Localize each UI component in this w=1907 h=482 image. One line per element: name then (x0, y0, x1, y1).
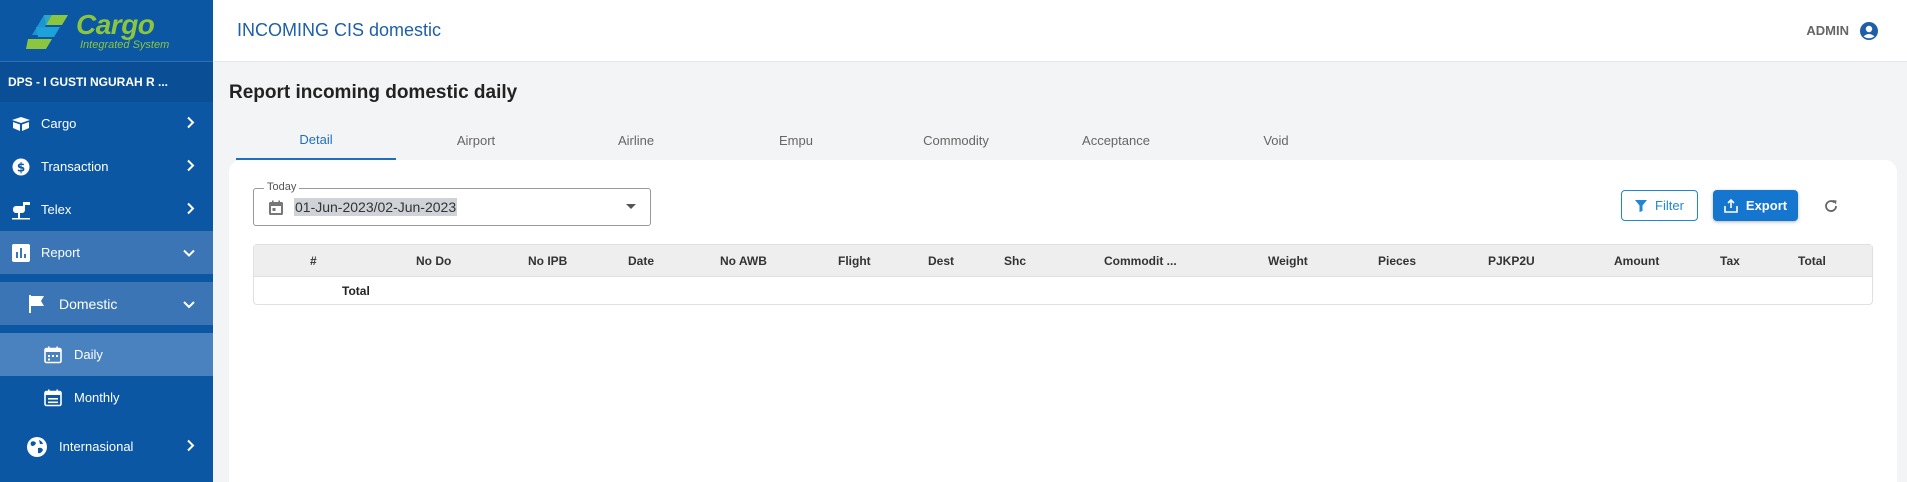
sidebar-item-cargo[interactable]: Cargo (0, 102, 213, 145)
chevron-right-icon (187, 159, 195, 174)
total-label: Total (342, 283, 370, 298)
sidebar-item-label: Domestic (59, 295, 118, 312)
chevron-right-icon (187, 202, 195, 217)
column-header[interactable]: Pieces (1378, 254, 1416, 268)
sidebar-item-label: Monthly (74, 390, 120, 405)
sidebar-item-daily[interactable]: Daily (0, 333, 213, 376)
filter-button-label: Filter (1655, 198, 1684, 213)
cargo-logo-icon (22, 11, 74, 51)
tab-commodity[interactable]: Commodity (876, 120, 1036, 160)
user-menu[interactable]: ADMIN (1806, 21, 1879, 41)
export-button[interactable]: Export (1713, 190, 1798, 221)
sidebar-item-label: Cargo (41, 116, 77, 131)
column-header[interactable]: Flight (838, 254, 871, 268)
export-icon (1724, 198, 1738, 213)
tab-acceptance[interactable]: Acceptance (1036, 120, 1196, 160)
tab-airport[interactable]: Airport (396, 120, 556, 160)
sidebar-item-label: Daily (74, 347, 103, 362)
column-header[interactable]: No IPB (528, 254, 567, 268)
mailbox-icon (10, 199, 32, 221)
column-header[interactable]: No AWB (720, 254, 767, 268)
date-range-value: 01-Jun-2023/02-Jun-2023 (294, 198, 458, 216)
svg-text:$: $ (17, 160, 25, 174)
sidebar-item-label: Report (41, 245, 81, 260)
logo[interactable]: Cargo Integrated System (0, 0, 213, 62)
user-name: ADMIN (1806, 23, 1849, 38)
date-range-select[interactable]: Today 01-Jun-2023/02-Jun-2023 (253, 181, 651, 226)
sidebar-item-domestic[interactable]: Domestic (0, 282, 213, 325)
column-header[interactable]: Dest (928, 254, 954, 268)
sidebar-item-report[interactable]: Report (0, 231, 213, 274)
column-header[interactable]: # (310, 254, 317, 268)
chevron-right-icon (187, 116, 195, 131)
filter-button[interactable]: Filter (1621, 190, 1698, 221)
tab-detail[interactable]: Detail (236, 120, 396, 160)
column-header[interactable]: Total (1798, 254, 1826, 268)
column-header[interactable]: No Do (416, 254, 451, 268)
calendar-icon (268, 200, 284, 216)
export-button-label: Export (1745, 198, 1788, 213)
column-header[interactable]: Commodit ... (1104, 254, 1177, 268)
sidebar-item-transaction[interactable]: $ Transaction (0, 145, 213, 188)
dollar-icon: $ (10, 156, 32, 178)
bar-chart-icon (10, 242, 32, 264)
column-header[interactable]: Amount (1614, 254, 1659, 268)
column-header[interactable]: Shc (1004, 254, 1026, 268)
box-icon (10, 113, 32, 135)
sidebar-item-internasional[interactable]: Internasional (0, 425, 213, 468)
refresh-button[interactable] (1821, 196, 1841, 216)
report-panel: Today 01-Jun-2023/02-Jun-2023 Filter Exp… (229, 160, 1897, 482)
flag-icon (26, 293, 48, 315)
page-title: Report incoming domestic daily (229, 82, 518, 103)
sidebar-item-monthly[interactable]: Monthly (0, 376, 213, 419)
report-table: # No Do No IPB Date No AWB Flight Dest S… (253, 244, 1873, 305)
sidebar-item-telex[interactable]: Telex (0, 188, 213, 231)
chevron-down-icon (183, 296, 195, 312)
column-header[interactable]: PJKP2U (1488, 254, 1535, 268)
account-circle-icon (1859, 21, 1879, 41)
sidebar: Cargo Integrated System DPS - I GUSTI NG… (0, 0, 213, 482)
column-header[interactable]: Weight (1268, 254, 1308, 268)
chevron-right-icon (187, 439, 195, 454)
report-tabs: Detail Airport Airline Empu Commodity Ac… (236, 120, 1356, 160)
dropdown-arrow-icon (626, 204, 636, 209)
tab-void[interactable]: Void (1196, 120, 1356, 160)
calendar-icon (42, 387, 64, 409)
top-bar: INCOMING CIS domestic ADMIN (213, 0, 1907, 62)
column-header[interactable]: Date (628, 254, 654, 268)
app-root: Cargo Integrated System DPS - I GUSTI NG… (0, 0, 1907, 482)
tab-empu[interactable]: Empu (716, 120, 876, 160)
calendar-icon (42, 344, 64, 366)
branch-label: DPS - I GUSTI NGURAH R ... (0, 62, 213, 102)
globe-icon (26, 436, 48, 458)
sidebar-item-label: Transaction (41, 159, 109, 174)
sidebar-item-label: Internasional (59, 439, 134, 454)
tab-airline[interactable]: Airline (556, 120, 716, 160)
logo-title: Cargo (76, 8, 155, 40)
refresh-icon (1825, 200, 1837, 212)
table-header: # No Do No IPB Date No AWB Flight Dest S… (254, 245, 1872, 276)
logo-subtitle: Integrated System (80, 38, 170, 51)
app-title: INCOMING CIS domestic (237, 20, 442, 40)
table-total-row: Total (254, 276, 1872, 304)
column-header[interactable]: Tax (1720, 254, 1740, 268)
sidebar-item-label: Telex (41, 202, 72, 217)
chevron-down-icon (183, 245, 195, 260)
filter-icon (1635, 199, 1648, 212)
date-range-legend: Today (264, 181, 300, 193)
